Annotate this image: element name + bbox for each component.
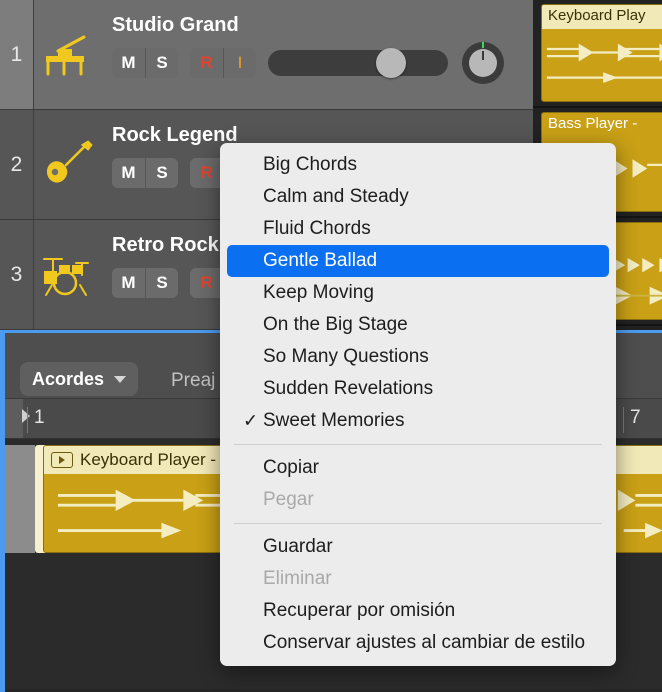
menu-section-actions: Guardar Eliminar Recuperar por omisión Cons… [220,531,616,659]
volume-slider-thumb[interactable] [376,48,406,78]
menu-item-style[interactable]: On the Big Stage [227,309,609,341]
drum-kit-icon [38,249,96,301]
track-name[interactable]: Rock Legend [112,124,238,147]
record-button[interactable]: R [190,48,223,78]
menu-item-label: Big Chords [263,154,357,175]
menu-item-label: Eliminar [263,568,332,589]
app-window: 1 Studio Grand M S R I 2 Rock Legend M S… [0,0,662,692]
region-lane[interactable]: Keyboard Play [533,0,662,108]
menu-item-label: Guardar [263,536,333,557]
menu-item-action[interactable]: Recuperar por omisión [227,595,609,627]
region-title: Bass Player - [548,115,638,132]
editor-region-waveform [614,474,662,552]
input-monitor-button[interactable]: I [223,48,256,78]
editor-midi-region[interactable] [613,445,662,553]
record-button[interactable]: R [190,268,223,298]
track-name[interactable]: Retro Rock [112,234,219,257]
menu-item-label: Fluid Chords [263,218,371,239]
menu-item-label: Gentle Ballad [263,250,378,271]
menu-separator [234,523,602,524]
track-name[interactable]: Studio Grand [112,14,239,37]
chevron-down-icon [114,375,127,383]
ruler-tick: 7 [623,407,641,433]
menu-item-label: Pegar [263,489,314,510]
region-waveform [542,31,662,101]
grand-piano-icon [38,29,96,81]
menu-item-label: Copiar [263,457,319,478]
solo-button[interactable]: S [145,268,178,298]
menu-separator [234,444,602,445]
menu-item-action[interactable]: Guardar [227,531,609,563]
solo-button[interactable]: S [145,48,178,78]
mute-solo-group: M S [112,158,178,188]
menu-item-clipboard[interactable]: Copiar [227,452,609,484]
track-controls: M S R I [112,48,256,78]
menu-item-label: Sweet Memories [263,410,405,431]
record-input-group: R I [190,48,256,78]
chord-track-dropdown[interactable]: Acordes [20,362,139,396]
mute-button[interactable]: M [112,268,145,298]
menu-section-styles: Big Chords Calm and Steady Fluid Chords Gen… [220,149,616,437]
menu-item-label: Calm and Steady [263,186,409,207]
menu-item-label: Recuperar por omisión [263,600,456,621]
solo-button[interactable]: S [145,158,178,188]
mute-solo-group: M S [112,268,178,298]
track-row[interactable]: 1 Studio Grand M S R I [0,0,533,110]
volume-slider[interactable] [268,48,448,78]
menu-item-label: So Many Questions [263,346,429,367]
menu-item-style[interactable]: So Many Questions [227,341,609,373]
track-number: 2 [0,110,34,219]
menu-item-action: Eliminar [227,563,609,595]
menu-item-style[interactable]: Sudden Revelations [227,373,609,405]
record-button[interactable]: R [190,158,223,188]
track-number: 1 [0,0,34,109]
electric-guitar-icon [38,139,96,191]
region-title-bar [614,446,662,474]
mute-button[interactable]: M [112,158,145,188]
pan-knob[interactable] [462,42,504,84]
pan-indicator-tick [482,42,484,48]
region-title: Keyboard Play [542,5,662,29]
checkmark-icon: ✓ [243,410,259,431]
mute-solo-group: M S [112,48,178,78]
pan-knob-cap [469,49,497,77]
menu-item-style[interactable]: Calm and Steady [227,181,609,213]
ruler-tick: 1 [27,407,45,433]
chord-track-dropdown-label: Acordes [32,368,105,389]
context-menu[interactable]: Big Chords Calm and Steady Fluid Chords Gen… [220,143,616,666]
preset-label: Preaj [171,370,216,391]
mute-button[interactable]: M [112,48,145,78]
editor-left-gutter [5,445,35,553]
menu-item-style[interactable]: Gentle Ballad [227,245,609,277]
menu-item-style[interactable]: Fluid Chords [227,213,609,245]
play-icon [51,452,73,468]
menu-item-label: Sudden Revelations [263,378,434,399]
menu-item-label: Conservar ajustes al cambiar de estilo [263,632,586,653]
menu-item-label: On the Big Stage [263,314,408,335]
editor-region-title: Keyboard Player - P [80,450,233,469]
menu-section-clipboard: Copiar Pegar [220,452,616,516]
menu-item-label: Keep Moving [263,282,374,303]
midi-region[interactable]: Keyboard Play [541,4,662,102]
playhead[interactable] [5,399,30,438]
menu-item-style[interactable]: Keep Moving [227,277,609,309]
menu-item-clipboard: Pegar [227,484,609,516]
menu-item-style[interactable]: Big Chords [227,149,609,181]
track-number: 3 [0,220,34,329]
menu-item-action[interactable]: Conservar ajustes al cambiar de estilo [227,627,609,659]
menu-item-style[interactable]: ✓ Sweet Memories [227,405,609,437]
